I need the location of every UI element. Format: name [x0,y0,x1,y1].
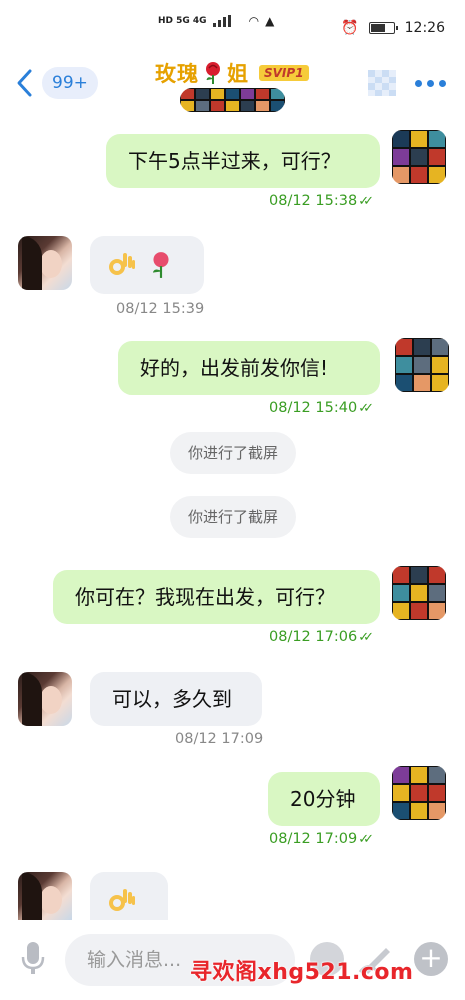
my-avatar[interactable] [392,130,446,184]
outgoing-message[interactable]: 你可在？我现在出发，可行？ [53,570,380,624]
status-mosaic [180,88,285,112]
message-time: 08/12 15:39 [116,301,205,317]
mic-icon[interactable] [20,940,46,976]
contact-title[interactable]: 玫瑰 姐 SVIP1 [155,58,309,88]
contact-name-part2: 姐 [227,62,249,86]
penguin-icon: ▲ [265,14,275,28]
status-right: ⏰ 12:26 [341,20,445,36]
incoming-message[interactable]: 可以，多久到 [90,672,262,726]
message-time: 08/12 15:38✓✓ [269,193,374,209]
message-time: 08/12 17:06✓✓ [269,629,374,645]
contact-avatar[interactable] [18,672,72,726]
outgoing-message[interactable]: 20分钟 [268,772,380,826]
alarm-icon: ⏰ [341,20,359,36]
svip-badge: SVIP1 [259,65,309,81]
watermark: 寻欢阁xhg521.com [190,960,414,985]
more-icon [415,80,422,87]
contact-name-part1: 玫瑰 [155,62,199,86]
battery-icon [368,22,398,34]
plus-icon[interactable]: + [414,942,448,976]
read-check-icon: ✓✓ [358,832,374,847]
network-indicators: HD 5G 4G ◠ ▲ [158,14,274,28]
profile-icon[interactable] [368,70,396,96]
read-check-icon: ✓✓ [358,630,374,645]
ok-hand-icon [109,252,135,275]
contact-avatar[interactable] [18,872,72,920]
back-button[interactable] [14,68,36,98]
contact-avatar[interactable] [18,236,72,290]
message-time: 08/12 17:09✓✓ [269,831,374,847]
incoming-emoji-message[interactable] [90,236,204,294]
signal-icon [212,15,243,27]
clock: 12:26 [404,20,445,36]
read-check-icon: ✓✓ [358,401,374,416]
status-bar: HD 5G 4G ◠ ▲ ⏰ 12:26 [0,0,465,52]
my-avatar[interactable] [392,566,446,620]
message-time: 08/12 17:09 [175,731,264,747]
back-icon [17,69,32,97]
system-notice: 你进行了截屏 [170,496,296,538]
network-label: HD 5G 4G [158,16,207,26]
rose-icon [206,62,220,84]
unread-count-badge[interactable]: 99+ [42,67,98,99]
read-check-icon: ✓✓ [358,194,374,209]
wifi-icon: ◠ [248,14,260,28]
chat-header: 99+ 玫瑰 姐 SVIP1 [0,52,465,118]
rose-icon [153,251,169,278]
outgoing-message[interactable]: 下午5点半过来，可行？ [106,134,380,188]
ok-hand-icon [109,888,135,911]
system-notice: 你进行了截屏 [170,432,296,474]
my-avatar[interactable] [392,766,446,820]
my-avatar[interactable] [395,338,449,392]
more-button[interactable] [415,80,446,87]
incoming-emoji-message[interactable] [90,872,168,920]
message-time: 08/12 15:40✓✓ [269,400,374,416]
outgoing-message[interactable]: 好的，出发前发你信! [118,341,380,395]
